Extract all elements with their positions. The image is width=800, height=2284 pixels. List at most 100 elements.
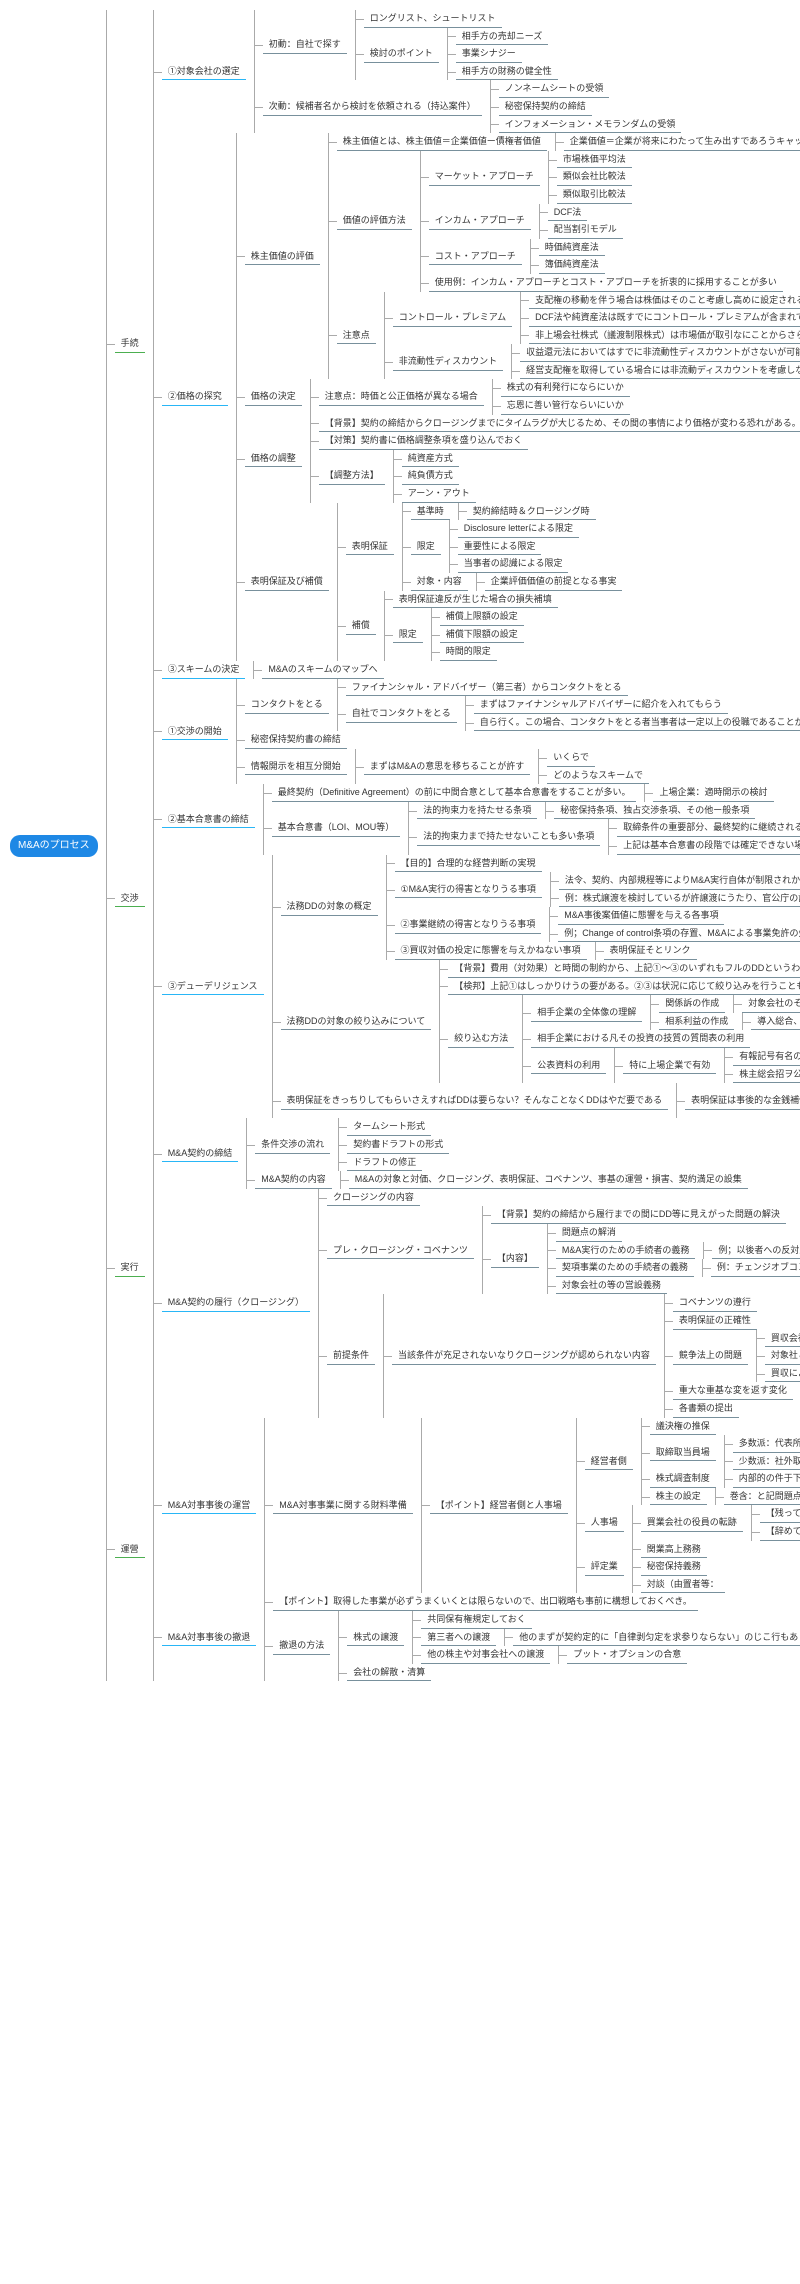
tree-node: 相系利益の作成導入総合、為銀信合、その前変重要なの権筆から過去5年分程度の変更イ… [659,1013,800,1031]
node-label: ロングリスト、シュートリスト [364,10,502,28]
node-children: いくらでどのようなスキームで [538,749,649,784]
node-children: 【ポイント】取得した事業が必ずうまくいくとは限らないので、出口戦略も事前に構想し… [264,1593,800,1681]
tree-node: 重大な重基な変を返す変化 [673,1382,800,1400]
node-label: 類似取引比較法 [557,186,632,204]
node-children: 内部的の件于下募対前を投定することでその業のりの認を促備者の権 [724,1470,800,1488]
tree-node: 会社の解散・清算 [347,1664,800,1682]
tree-node: 【検邦】上記①はしっかりけうの要がある。②③は状況に応じて絞り込みを行うこともあ… [448,978,800,996]
node-children: 他のまずが契約定的に「自律剥匀定を求参りならない」のじこ行もありえる [504,1629,800,1647]
node-label: 限定 [411,538,441,556]
node-children: 表明保証そとリンク [595,942,697,960]
node-label: 相手方の財務の健全性 [456,63,558,81]
node-label: 検討のポイント [364,45,439,63]
tree-node: ファイナンシャル・アドバイザー（第三者）からコンタクトをとる [346,679,800,697]
node-children: 企業評価価値の前提となる事実 [476,573,623,591]
tree-node: 交渉 ①交渉の開始コンタクトをとるファイナンシャル・アドバイザー（第三者）からコン… [115,679,800,1119]
node-children: 【背景】契約の締結から履行までの間にDD等に見えがった問題の解決【内容】問題点の… [482,1206,800,1294]
node-label: いくらで [547,749,595,767]
node-children: 法的拘束力を持たせる条項秘密保持条項、独占交渉条項、その他ー般条項法的拘束力まで… [408,802,800,855]
node-label: インフォメーション・メモランダムの受領 [499,116,682,134]
tree-node: 当該条件が充足されないなりクロージングが認められない内容コベナンツの遵行表明保証… [392,1294,800,1417]
node-children: 株式の譲渡共同保有権規定しておく第三者への譲渡他のまずが契約定的に「自律剥匀定を… [338,1611,800,1681]
node-children: 上場企業：適時開示の検討 [644,784,773,802]
tree-node: タームシート形式 [347,1118,449,1136]
tree-node: 表明保証基準時契約締結時＆クロージング時限定Disclosure letterに… [346,503,623,591]
node-label: 【辞めてもらいたい】終任権はクロージングの前提条件とする [760,1523,800,1541]
tree-node: ノンネームシートの受領 [499,80,682,98]
node-label: 情報開示を相互分開始 [245,758,347,776]
tree-node: 自ら行く。この場合、コンタクトをとる者当事者は一定以上の役職であることが重要 [474,714,800,732]
tree-node: 次動：候補者名から検討を依頼される（持込案件）ノンネームシートの受領秘密保持契約… [263,80,682,133]
tree-node: 法令、契約、内部規程等によりM&A実行自体が制限されかねない内容 [559,872,800,890]
node-label: 非上場会社株式（議渡制限株式）は市場価が取引なにことからさらに含る価額の割合 [529,327,800,345]
tree-node: 企業評価価値の前提となる事実 [485,573,623,591]
tree-node: 表明保証をきっちりしてもらいさえすればDDは要らない？そんなことなくDDはやだ要… [281,1083,800,1118]
tree-node: 補償上限額の設定 [440,608,524,626]
tree-node: 秘密保持義務 [641,1558,725,1576]
node-label: DCF法や純資産法は既すでにコントロール・プレミアムが含まれている。 [529,309,800,327]
node-label: 補償上限額の設定 [440,608,524,626]
node-children: コントロール・プレミアム支配権の移動を伴う場合は株価はそのこと考慮し高めに設定さ… [384,292,800,380]
tree-node: ドラフトの修正 [347,1154,449,1172]
tree-node: 例：チェンジオブコントロール条項への対応、免許の承継等 [711,1259,800,1277]
node-label: 【対策】契約書に価格調整条項を盛り込んでおく [319,432,529,450]
node-label: 関業高上務務 [641,1541,707,1559]
node-children: 共同保有権規定しておく第三者への譲渡他のまずが契約定的に「自律剥匀定を求参りなら… [412,1611,800,1664]
node-label: 交渉 [115,890,145,908]
tree-node: ③スキームの決定M&Aのスキームのマップへ [162,661,800,679]
node-label: 【検邦】上記①はしっかりけうの要がある。②③は状況に応じて絞り込みを行うこともあ… [448,978,800,996]
node-label: ノンネームシートの受領 [499,80,610,98]
tree-node: ①交渉の開始コンタクトをとるファイナンシャル・アドバイザー（第三者）からコンタク… [162,679,800,785]
node-children: ファイナンシャル・アドバイザー（第三者）からコンタクトをとる自社でコンタクトをと… [337,679,800,732]
node-label: ②事業継続の得害となりうる事項 [395,916,542,934]
tree-node: 対象社とその子の社の国内売上高合計が50億円に超 [765,1347,800,1365]
node-label: 法的拘束力を持たせる条項 [417,802,537,820]
tree-node: 【調整方法】純資産方式純負債方式アーン・アウト [319,450,800,503]
tree-node: 法的拘束力を持たせる条項秘密保持条項、独占交渉条項、その他ー般条項 [417,802,800,820]
node-label: 初動：自社で探す [263,36,347,54]
node-label: 事業シナジー [456,45,522,63]
node-label: 自社でコンタクトをとる [346,705,457,723]
tree-node: 対談（由置者等： [641,1576,725,1594]
tree-node: 表明保証違反が生じた場合の損失補填 [393,591,558,609]
node-label: 表明保証は事後的な金銭補償である [685,1092,800,1110]
node-label: 【背景】契約の締結から履行までの間にDD等に見えがった問題の解決 [491,1206,786,1224]
tree-node: 秘密保持条項、独占交渉条項、その他ー般条項 [554,802,755,820]
node-children: 時価純資産法簿価純資産法 [530,239,605,274]
tree-node: 情報開示を相互分開始まずはM&Aの意思を移ちることが許すいくらでどのようなスキー… [245,749,800,784]
tree-node: 補償表明保証違反が生じた場合の損失補填限定補償上限額の設定補償下限額の設定時間的… [346,591,623,661]
tree-node: 基準時契約締結時＆クロージング時 [411,503,623,521]
tree-node: 有報記号有名の事業のリスク [733,1048,800,1066]
node-label: 価格の調整 [245,450,302,468]
node-children: 【背景】契約の締結からクロージングまでにタイムラグが大じるため、その間の事情によ… [310,415,800,503]
node-label: 株式の有利発行にならにいか [501,379,630,397]
node-label: 【背景】契約の締結からクロージングまでにタイムラグが大じるため、その間の事情によ… [319,415,800,433]
node-children: 導入総合、為銀信合、その前変重要なの権筆から過去5年分程度の変更イベントを時系列… [742,1013,800,1031]
tree-node: 相手企業の全体像の理解関係訴の作成対象会社のその事業ごとに分け、事業を構成する変… [531,995,800,1030]
node-children: M&A対事事後の運営M&A対事事業に関する財料準備【ポイント】経営者側と人事場経… [153,1418,800,1682]
tree-node: 株主価値の評価株主価値とは、株主価値＝企業価値ー債権者価値企業価値＝企業が将来に… [245,133,800,379]
tree-node: 巻含：と記問題点のケア率として機密り為場合 [724,1488,800,1506]
node-label: まずはM&Aの意思を移ちることが許す [364,758,531,776]
root-node: M&Aのプロセス 手続①対象会社の選定初動：自社で探すロングリスト、シュートリス… [10,10,800,1681]
tree-node: 条件交渉の流れタームシート形式契約書ドラフトの形式ドラフトの修正 [255,1118,748,1171]
node-children: 条件交渉の流れタームシート形式契約書ドラフトの形式ドラフトの修正M&A契約の内容… [246,1118,748,1188]
node-label: 相手方の売却ニーズ [456,28,549,46]
tree-node: 人事場買業会社の役員の転跡【残ってもらいたい】キーマン条項【辞めてもらいたい】終… [585,1505,800,1540]
node-label: 対象社とその子の社の国内売上高合計が50億円に超 [765,1347,800,1365]
node-label: 補償下限額の設定 [440,626,524,644]
tree-node: 忘恩に善い管行ならいにいか [501,397,630,415]
node-label: 次動：候補者名から検討を依頼される（持込案件） [263,98,482,116]
node-label: 人事場 [585,1514,624,1532]
node-children: 契約締結時＆クロージング時 [458,503,596,521]
node-label: 市場株価平均法 [557,151,632,169]
tree-node: コスト・アプローチ時価純資産法簿価純資産法 [429,239,783,274]
node-children: 初動：自社で探すロングリスト、シュートリスト検討のポイント相手方の売却ニーズ事業… [254,10,682,133]
node-label: 【背景】費用（対効果）と時間の制約から、上記①～③のいずれもフルのDDというわけ… [448,960,800,978]
node-label: 対談（由置者等： [641,1576,725,1594]
node-label: 収益還元法においてはすでに非流動性ディスカウントがさないが可能性ある [520,344,800,362]
tree-node: 相手方の売却ニーズ [456,28,558,46]
node-label: 経営支配権を取得している場合には非流動ディスカウントを考慮しないことがある [520,362,800,380]
node-label: 注意点：時価と公正価格が異なる場合 [319,388,484,406]
tree-node: 経営者側議決権の推保取締取当員場多数派：代表所取締役を含め複数の取締少数派：社外… [585,1418,800,1506]
